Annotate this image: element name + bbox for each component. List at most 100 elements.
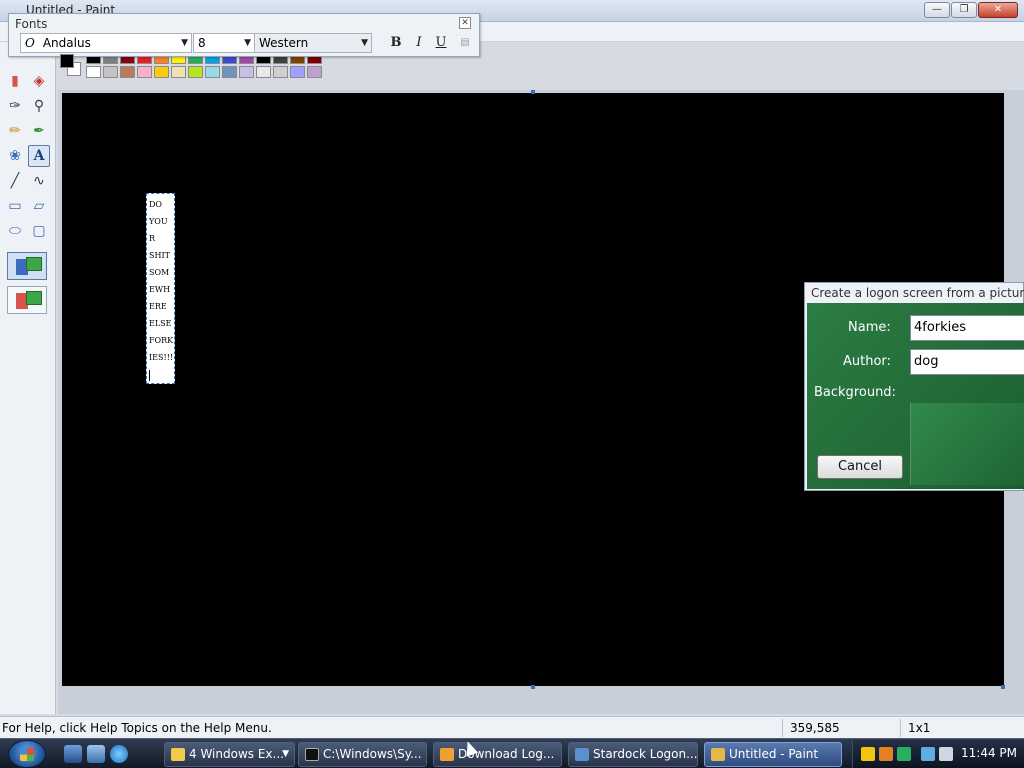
line-icon[interactable]: ╱ (4, 170, 26, 192)
magnifier-icon[interactable]: ⚲ (28, 95, 50, 117)
taskbar-item-stardock-logon[interactable]: Stardock Logon... (568, 742, 698, 767)
taskbar-item-paint[interactable]: Untitled - Paint (704, 742, 842, 767)
status-divider (900, 719, 901, 737)
text-line: SOM (149, 268, 170, 277)
chevron-down-icon: ▼ (282, 749, 289, 759)
color-swatch[interactable] (120, 66, 135, 78)
author-field[interactable]: dog (910, 349, 1024, 375)
fill-bucket-icon[interactable]: ◈ (28, 70, 50, 92)
color-swatch[interactable] (273, 66, 288, 78)
text-line: DO (149, 200, 162, 209)
switch-windows-icon[interactable] (87, 745, 105, 763)
color-swatch[interactable] (154, 66, 169, 78)
network-icon[interactable] (921, 747, 935, 761)
logon-screen-dialog: Create a logon screen from a picture Nam… (804, 282, 1024, 491)
polygon-icon[interactable]: ▱ (28, 195, 50, 217)
font-script-value: Western (259, 36, 309, 50)
bold-button[interactable]: B (386, 34, 406, 52)
text-line: ELSE (149, 319, 172, 328)
ellipse-icon[interactable]: ⬭ (4, 220, 26, 242)
chevron-down-icon: ▼ (244, 38, 251, 48)
taskbar-item-label: Stardock Logon... (593, 747, 698, 761)
color-swatch[interactable] (239, 66, 254, 78)
folder-icon (171, 748, 185, 761)
dialog-body: Name: 4forkies Author: dog Background: C… (807, 303, 1024, 489)
name-label: Name: (848, 320, 891, 335)
font-script-select[interactable]: Western ▼ (254, 33, 372, 53)
taskbar-item-command-prompt[interactable]: C:\Windows\Sy... (298, 742, 427, 767)
color-swatch[interactable] (256, 66, 271, 78)
color-swatch[interactable] (137, 66, 152, 78)
cancel-button[interactable]: Cancel (817, 455, 903, 479)
opaque-background-option[interactable] (7, 252, 47, 280)
taskbar-item-windows-explorer[interactable]: 4 Windows Ex... ▼ (164, 742, 295, 767)
selection-size: 1x1 (908, 721, 931, 735)
font-size-select[interactable]: 8 ▼ (193, 33, 255, 53)
color-picker-icon[interactable]: ✑ (4, 95, 26, 117)
color-swatch[interactable] (290, 66, 305, 78)
tray-app-icon[interactable] (879, 747, 893, 761)
background-preview[interactable] (910, 403, 1024, 485)
canvas-resize-handle-bottom[interactable] (531, 685, 535, 689)
curve-icon[interactable]: ∿ (28, 170, 50, 192)
minimize-button[interactable]: — (924, 2, 950, 18)
restore-button[interactable]: ❐ (951, 2, 977, 18)
download-icon (440, 748, 454, 761)
text-caret (149, 366, 173, 383)
color-swatch[interactable] (307, 66, 322, 78)
taskbar-item-label: 4 Windows Ex... (189, 747, 284, 761)
color-swatch[interactable] (205, 66, 220, 78)
chevron-down-icon: ▼ (181, 38, 188, 48)
window-controls: — ❐ ✕ (924, 2, 1018, 18)
text-line: YOU (149, 217, 168, 226)
canvas-text-box[interactable]: DO YOU R SHIT SOM EWH ERE ELSE FORK IES!… (146, 193, 175, 384)
stardock-icon (575, 748, 589, 761)
background-label: Background: (814, 385, 896, 400)
text-line: ERE (149, 302, 167, 311)
taskbar: 4 Windows Ex... ▼ C:\Windows\Sy... Downl… (0, 738, 1024, 768)
text-line: SHIT (149, 251, 170, 260)
internet-explorer-icon[interactable] (110, 745, 128, 763)
transparent-background-option[interactable] (7, 286, 47, 314)
text-line: FORK (149, 336, 173, 345)
pencil-icon[interactable]: ✏ (4, 120, 26, 142)
taskbar-item-download[interactable]: Download Log... (433, 742, 562, 767)
color-swatch[interactable] (86, 66, 101, 78)
opentype-font-icon: O (25, 36, 35, 50)
foreground-color (60, 54, 74, 68)
font-size-value: 8 (198, 36, 206, 50)
tray-app-icon[interactable] (897, 747, 911, 761)
italic-button[interactable]: I (409, 34, 429, 52)
tool-box: ▮ ◈ ✑ ⚲ ✏ ✒ ❀ A ╱ ∿ ▭ ▱ ⬭ ▢ (0, 42, 56, 714)
brush-icon[interactable]: ✒ (28, 120, 50, 142)
eraser-icon[interactable]: ▮ (4, 70, 26, 92)
taskbar-item-label: C:\Windows\Sy... (323, 747, 422, 761)
underline-button[interactable]: U (431, 34, 451, 52)
show-desktop-icon[interactable] (64, 745, 82, 763)
color-swatch[interactable] (103, 66, 118, 78)
color-swatch[interactable] (222, 66, 237, 78)
rectangle-icon[interactable]: ▭ (4, 195, 26, 217)
paint-icon (711, 748, 725, 761)
fonts-toolbar: Fonts ✕ O Andalus ▼ 8 ▼ Western ▼ B I U ▤ (8, 13, 480, 57)
color-swatch[interactable] (171, 66, 186, 78)
close-button[interactable]: ✕ (978, 2, 1018, 18)
canvas-resize-handle-corner[interactable] (1001, 685, 1005, 689)
airbrush-icon[interactable]: ❀ (4, 145, 26, 167)
start-button[interactable] (8, 740, 46, 768)
text-line: R (149, 234, 156, 243)
vertical-text-icon[interactable]: ▤ (455, 34, 475, 52)
color-swatch[interactable] (188, 66, 203, 78)
clock[interactable]: 11:44 PM (961, 746, 1017, 760)
rounded-rectangle-icon[interactable]: ▢ (28, 220, 50, 242)
status-divider (782, 719, 783, 737)
font-name-select[interactable]: O Andalus ▼ (20, 33, 192, 53)
volume-muted-icon[interactable] (939, 747, 953, 761)
console-icon (305, 748, 319, 761)
chevron-down-icon: ▼ (361, 38, 368, 48)
canvas-resize-handle-top[interactable] (531, 90, 535, 94)
shield-icon[interactable] (861, 747, 875, 761)
close-icon[interactable]: ✕ (459, 17, 471, 29)
name-field[interactable]: 4forkies (910, 315, 1024, 341)
text-tool-icon[interactable]: A (28, 145, 50, 167)
